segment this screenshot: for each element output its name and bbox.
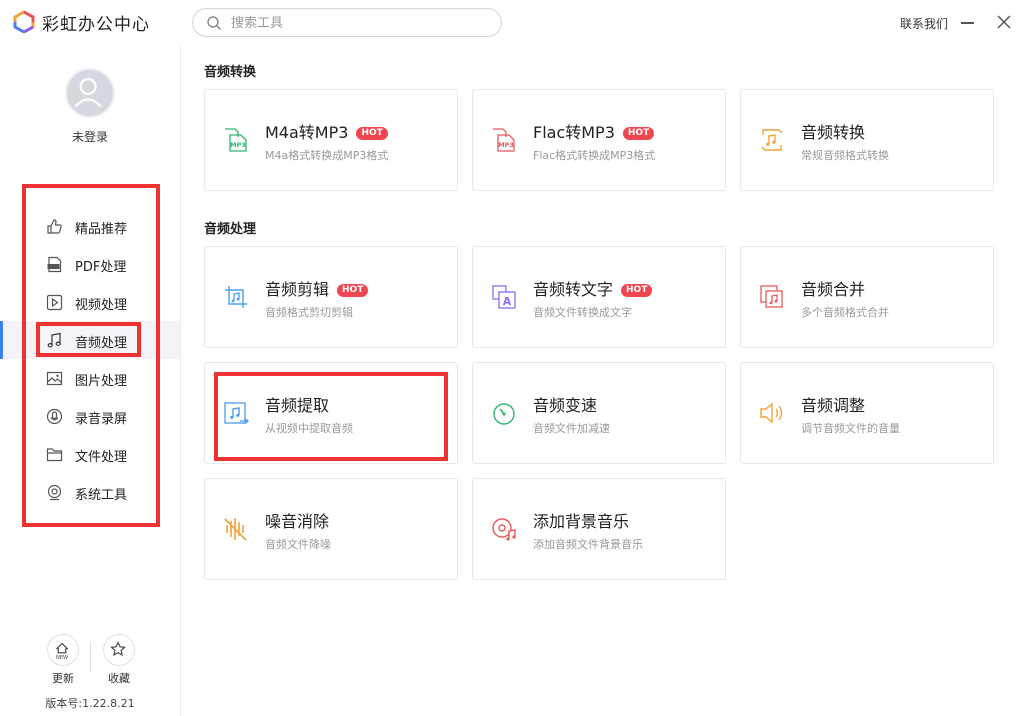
- section-title-audio-convert: 音频转换: [204, 65, 257, 80]
- tool-card-noise-reduction[interactable]: 噪音消除 音频文件降噪: [204, 478, 458, 580]
- user-icon: [74, 78, 102, 108]
- tool-title: M4a转MP3: [265, 123, 349, 142]
- search-box[interactable]: [192, 8, 502, 37]
- tool-card-background-music[interactable]: 添加背景音乐 添加音频文件背景音乐: [472, 478, 726, 580]
- tool-description: 音频文件加减速: [533, 422, 610, 435]
- tool-title: 音频剪辑: [265, 280, 330, 299]
- home-new-icon: NEW: [56, 642, 68, 661]
- contact-us-link[interactable]: 联系我们: [900, 15, 948, 32]
- search-icon: [207, 16, 221, 30]
- tool-card-audio-to-text[interactable]: A 音频转文字 HOT 音频文件转换成文字: [472, 246, 726, 348]
- favorite-button[interactable]: [103, 634, 135, 666]
- tool-title: Flac转MP3: [533, 123, 615, 142]
- audio-merge-icon: [760, 285, 783, 308]
- hot-badge: HOT: [356, 127, 388, 140]
- speed-icon: [493, 403, 515, 425]
- tool-card-audio-adjust[interactable]: 音频调整 调节音频文件的音量: [740, 362, 994, 464]
- tool-title: 添加背景音乐: [533, 512, 630, 531]
- tool-description: 音频文件转换成文字: [533, 306, 632, 319]
- audio-to-text-icon: A: [492, 285, 516, 309]
- audio-convert-icon: [761, 129, 783, 151]
- tool-card-audio-clip[interactable]: 音频剪辑 HOT 音频格式剪切剪辑: [204, 246, 458, 348]
- tool-title: 音频转文字: [533, 280, 614, 299]
- avatar[interactable]: [65, 68, 115, 118]
- active-item-highlight-box: [36, 322, 141, 357]
- volume-icon: [760, 402, 783, 424]
- update-label: 更新: [52, 672, 74, 685]
- tool-card-m4a-to-mp3[interactable]: MP3 M4a转MP3 HOT M4a格式转换成MP3格式: [204, 89, 458, 191]
- section-title-audio-processing: 音频处理: [204, 222, 257, 237]
- close-icon[interactable]: [996, 14, 1012, 30]
- tool-card-audio-speed[interactable]: 音频变速 音频文件加减速: [472, 362, 726, 464]
- app-title: 彩虹办公中心: [42, 15, 150, 35]
- search-input[interactable]: [231, 13, 486, 33]
- tool-description: M4a格式转换成MP3格式: [265, 149, 389, 162]
- svg-text:MP3: MP3: [498, 141, 514, 149]
- star-icon: [110, 641, 126, 657]
- favorite-label: 收藏: [108, 672, 130, 685]
- minimize-icon[interactable]: [961, 22, 974, 24]
- tool-description: 音频文件降噪: [265, 538, 331, 551]
- tool-title: 噪音消除: [265, 512, 330, 531]
- version-label: 版本号:1.22.8.21: [45, 697, 135, 710]
- rainbow-logo-icon: [13, 10, 35, 34]
- background-music-icon: [492, 518, 516, 541]
- tool-card-flac-to-mp3[interactable]: MP3 Flac转MP3 HOT Flac格式转换成MP3格式: [472, 89, 726, 191]
- svg-text:NEW: NEW: [56, 655, 68, 661]
- tool-description: 添加音频文件背景音乐: [533, 538, 643, 551]
- hot-badge: HOT: [622, 127, 655, 140]
- noise-reduction-icon: [224, 518, 247, 541]
- tool-title: 音频变速: [533, 396, 598, 415]
- tool-title: 音频调整: [801, 396, 866, 415]
- tool-description: 音频格式剪切剪辑: [265, 306, 353, 319]
- divider: [90, 642, 91, 672]
- sidebar: 未登录 精品推荐 PDF处理 视频处理 音频处理 图片处理 录音录屏 文件处理 …: [0, 46, 181, 716]
- title-bar: 彩虹办公中心 联系我们: [0, 0, 1024, 46]
- m4a-to-mp3-icon: MP3: [225, 128, 247, 152]
- tool-description: 常规音频格式转换: [801, 149, 889, 162]
- login-status[interactable]: 未登录: [0, 128, 180, 145]
- hot-badge: HOT: [337, 284, 369, 297]
- audio-extract-highlight-box: [214, 372, 448, 461]
- tool-title: 音频合并: [801, 280, 866, 299]
- crop-icon: [225, 286, 247, 308]
- tool-title: 音频转换: [801, 123, 866, 142]
- flac-to-mp3-icon: MP3: [493, 128, 515, 152]
- svg-text:MP3: MP3: [230, 141, 246, 149]
- update-button[interactable]: NEW: [47, 634, 79, 666]
- hot-badge: HOT: [621, 284, 653, 297]
- tool-card-audio-convert[interactable]: 音频转换 常规音频格式转换: [740, 89, 994, 191]
- tool-description: 调节音频文件的音量: [801, 422, 900, 435]
- tool-description: Flac格式转换成MP3格式: [533, 149, 656, 162]
- tool-description: 多个音频格式合并: [801, 306, 889, 319]
- tool-card-audio-merge[interactable]: 音频合并 多个音频格式合并: [740, 246, 994, 348]
- svg-text:A: A: [503, 295, 512, 308]
